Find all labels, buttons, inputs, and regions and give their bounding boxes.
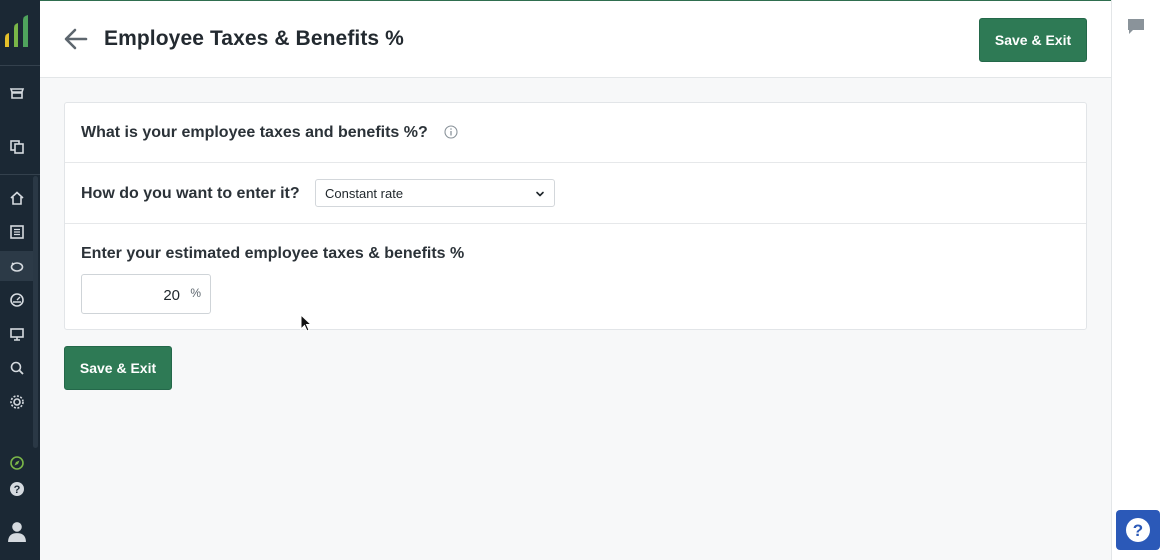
info-icon[interactable] [444,125,458,139]
copy-icon[interactable] [0,132,33,162]
svg-text:?: ? [1133,521,1143,540]
nav-divider [0,65,40,66]
percent-input[interactable]: 20 % [81,274,211,314]
store-icon[interactable] [0,78,33,108]
mouse-cursor-icon [300,314,312,332]
form-card: What is your employee taxes and benefits… [64,102,1087,330]
entry-method-select[interactable]: Constant rate [315,179,555,207]
home-icon[interactable] [0,183,33,213]
save-exit-button-bottom[interactable]: Save & Exit [64,346,172,390]
form-row-percent: Enter your estimated employee taxes & be… [65,224,1086,330]
main-content: What is your employee taxes and benefits… [40,78,1111,560]
form-row-question: What is your employee taxes and benefits… [65,103,1086,163]
chevron-down-icon [536,191,544,197]
right-rail: ? [1111,0,1160,560]
percent-value: 20 [163,287,180,304]
page-title: Employee Taxes & Benefits % [104,27,404,50]
nav-scrollbar[interactable] [33,176,38,448]
svg-text:?: ? [13,484,20,496]
left-nav: ? [0,0,40,560]
gear-icon[interactable] [0,387,33,417]
list-icon[interactable] [0,217,33,247]
percent-unit: % [190,286,201,300]
speedometer-icon[interactable] [0,285,33,315]
percent-label: Enter your estimated employee taxes & be… [81,245,465,262]
monitor-icon[interactable] [0,319,33,349]
entry-method-label: How do you want to enter it? [81,185,300,202]
logo-icon[interactable] [3,14,33,50]
help-icon[interactable]: ? [0,474,33,504]
chat-icon[interactable] [1127,17,1145,35]
question-label: What is your employee taxes and benefits… [81,124,428,141]
entry-method-value: Constant rate [325,186,404,201]
piggy-bank-icon[interactable] [0,251,33,281]
user-icon[interactable] [0,514,33,548]
help-button[interactable]: ? [1116,510,1160,550]
back-arrow-icon[interactable] [62,25,90,53]
magnify-icon[interactable] [0,353,33,383]
page-header: Employee Taxes & Benefits % Save & Exit [40,0,1111,78]
app-window: ? Employee Taxes & Benefits % Save & Exi… [0,0,1160,560]
help-icon: ? [1126,518,1150,542]
nav-divider [0,174,40,175]
save-exit-button-top[interactable]: Save & Exit [979,18,1087,62]
form-row-entry-method: How do you want to enter it? Constant ra… [65,163,1086,224]
